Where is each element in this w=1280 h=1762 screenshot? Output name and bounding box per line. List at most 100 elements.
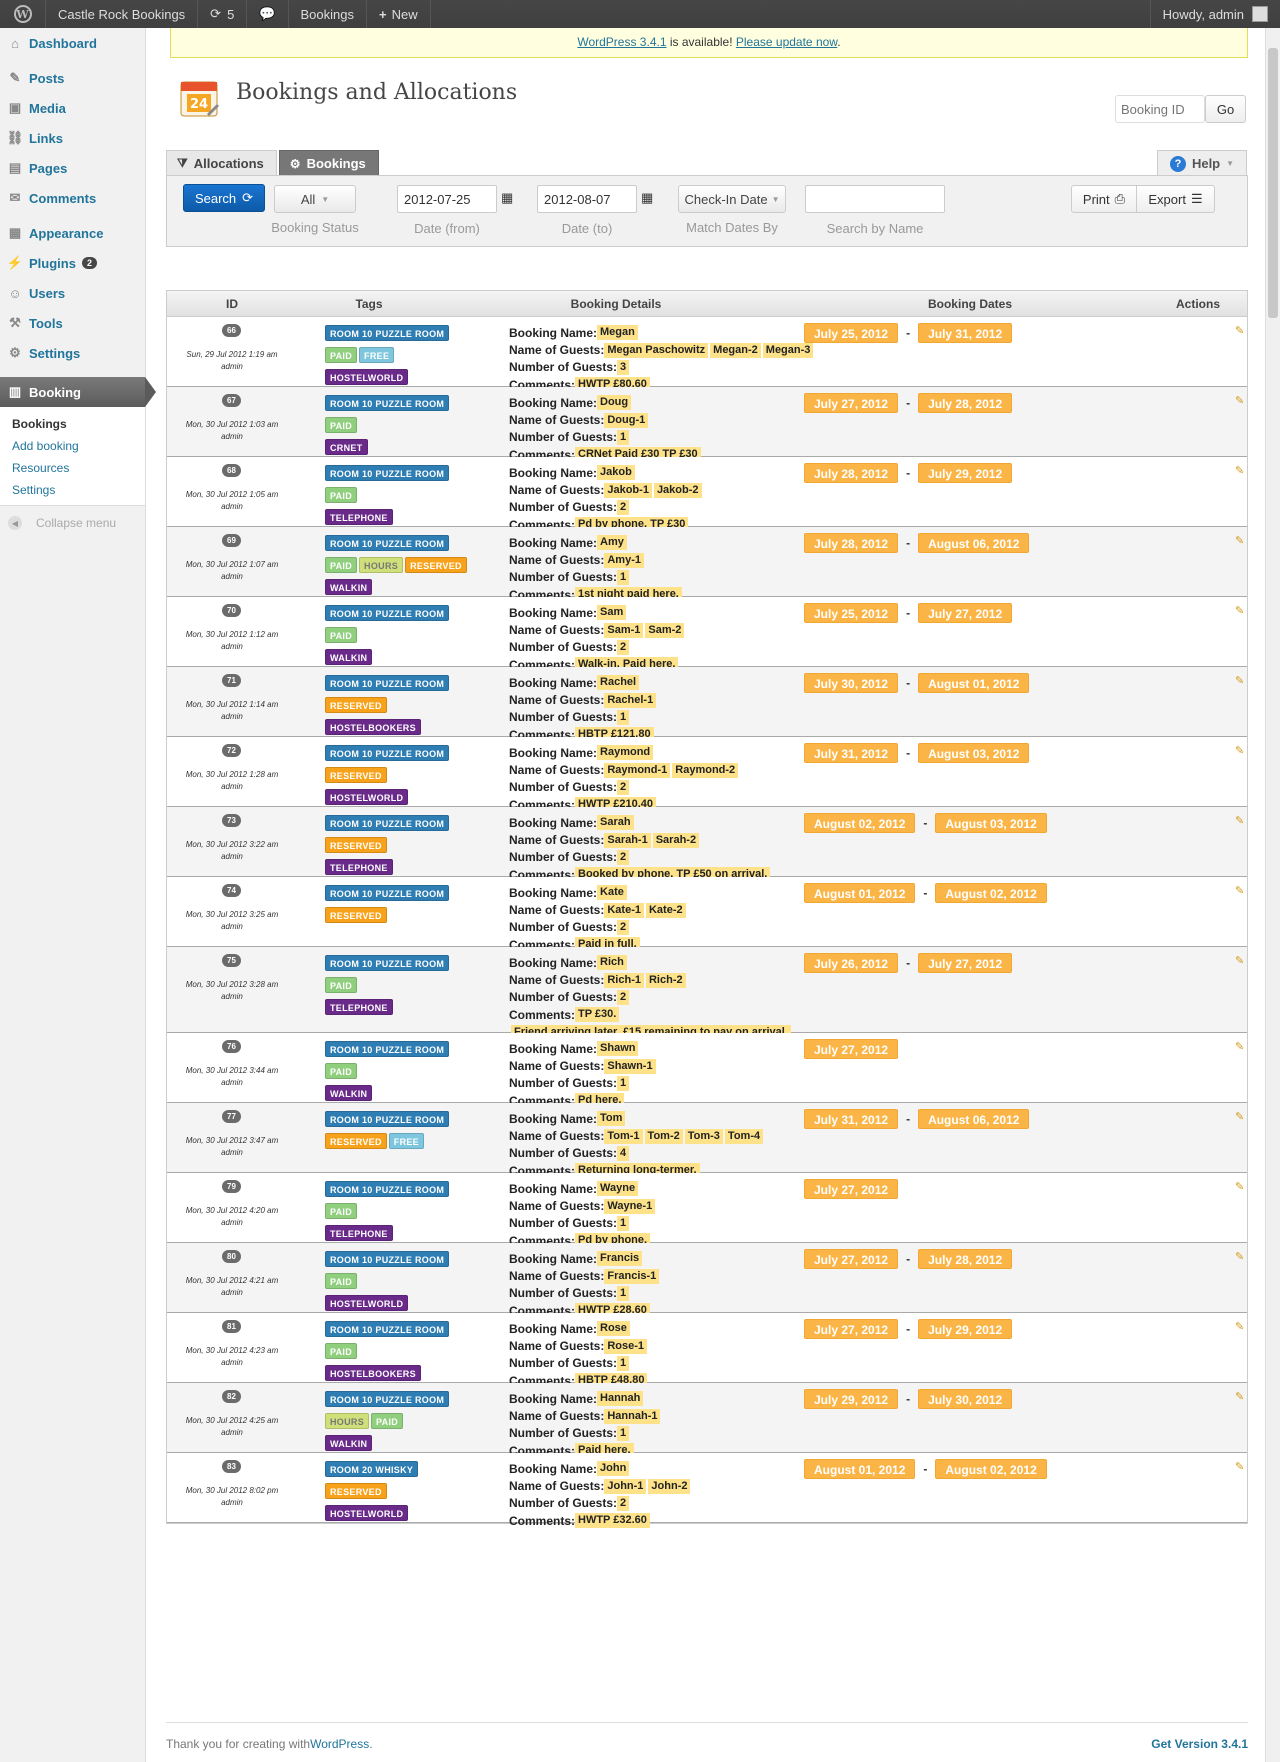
booking-id-badge[interactable]: 77: [222, 1110, 241, 1123]
edit-pencil-icon[interactable]: ✎: [1235, 1460, 1244, 1473]
sidebar-item-media[interactable]: ▣ Media: [0, 93, 145, 123]
edit-pencil-icon[interactable]: ✎: [1235, 1110, 1244, 1123]
booking-id-input[interactable]: [1115, 95, 1205, 123]
booking-name-label: Booking Name:: [509, 885, 598, 900]
submenu-bookings[interactable]: Bookings: [0, 413, 145, 435]
edit-pencil-icon[interactable]: ✎: [1235, 324, 1244, 337]
edit-pencil-icon[interactable]: ✎: [1235, 884, 1244, 897]
date-to-input[interactable]: [537, 185, 637, 213]
go-button[interactable]: Go: [1205, 95, 1246, 123]
booking-id-badge[interactable]: 69: [222, 534, 241, 547]
get-version-link[interactable]: Get Version 3.4.1: [1151, 1737, 1248, 1751]
edit-pencil-icon[interactable]: ✎: [1235, 744, 1244, 757]
calendar-icon[interactable]: ▦: [641, 190, 653, 206]
booking-id-badge[interactable]: 66: [222, 324, 241, 337]
sidebar-item-label: Plugins: [29, 255, 76, 271]
guest-name: Francis-1: [604, 1268, 660, 1284]
date-separator: -: [906, 676, 911, 690]
scrollbar[interactable]: [1265, 28, 1280, 1762]
sidebar-item-comments[interactable]: ✉ Comments: [0, 183, 145, 213]
sidebar-item-appearance[interactable]: ▦ Appearance: [0, 218, 145, 248]
guests-label: Name of Guests:: [509, 763, 605, 778]
sidebar-item-links[interactable]: ⛓ Links: [0, 123, 145, 153]
collapse-menu-button[interactable]: ◀ Collapse menu: [0, 506, 145, 540]
booking-id-badge[interactable]: 71: [222, 674, 241, 687]
booking-id-badge[interactable]: 73: [222, 814, 241, 827]
comments-link[interactable]: 💬: [247, 0, 289, 28]
tag-list: ROOM 10 PUZZLE ROOM PAID HOURS RESERVED WALK…: [325, 535, 475, 601]
wordpress-logo-icon[interactable]: W: [0, 0, 46, 28]
bookings-link[interactable]: Bookings: [289, 0, 367, 28]
account-menu[interactable]: Howdy, admin: [1149, 0, 1280, 28]
sidebar-item-plugins[interactable]: ⚡ Plugins 2: [0, 248, 145, 278]
sidebar-item-dashboard[interactable]: ⌂ Dashboard: [0, 28, 145, 58]
edit-pencil-icon[interactable]: ✎: [1235, 814, 1244, 827]
scrollbar-thumb[interactable]: [1268, 48, 1278, 318]
booking-id-badge[interactable]: 67: [222, 394, 241, 407]
edit-pencil-icon[interactable]: ✎: [1235, 534, 1244, 547]
booking-id-badge[interactable]: 79: [222, 1180, 241, 1193]
sidebar-item-users[interactable]: ☺ Users: [0, 278, 145, 308]
edit-pencil-icon[interactable]: ✎: [1235, 1040, 1244, 1053]
edit-pencil-icon[interactable]: ✎: [1235, 604, 1244, 617]
help-button[interactable]: ? Help ▼: [1157, 150, 1247, 176]
booking-id-badge[interactable]: 76: [222, 1040, 241, 1053]
site-name-link[interactable]: Castle Rock Bookings: [46, 0, 199, 28]
booking-status-select[interactable]: All ▼: [274, 185, 356, 213]
tag-src: HOSTELWORLD: [325, 1295, 409, 1311]
tag-list: ROOM 10 PUZZLE ROOM PAID CRNET: [325, 395, 475, 461]
guest-count-value: 2: [617, 849, 630, 865]
edit-pencil-icon[interactable]: ✎: [1235, 1180, 1244, 1193]
wordpress-link[interactable]: WordPress: [310, 1737, 369, 1751]
booking-id-badge[interactable]: 83: [222, 1460, 241, 1473]
booking-id-badge[interactable]: 82: [222, 1390, 241, 1403]
guest-count-label: Number of Guests:: [509, 1286, 618, 1301]
guest-count-label: Number of Guests:: [509, 570, 618, 585]
updates-link[interactable]: ⟳ 5: [198, 0, 248, 28]
booking-user: admin: [221, 782, 243, 791]
booking-id-badge[interactable]: 70: [222, 604, 241, 617]
booking-id-badge[interactable]: 80: [222, 1250, 241, 1263]
tab-bookings[interactable]: ⚙ Bookings: [278, 150, 379, 176]
sidebar-item-settings[interactable]: ⚙ Settings: [0, 338, 145, 368]
booking-name-value: Wayne: [597, 1181, 639, 1197]
tab-allocations[interactable]: ⧩ Allocations: [166, 150, 277, 176]
sidebar-item-pages[interactable]: ▤ Pages: [0, 153, 145, 183]
edit-pencil-icon[interactable]: ✎: [1235, 1390, 1244, 1403]
submenu-resources[interactable]: Resources: [0, 457, 145, 479]
search-button[interactable]: Search ⟳: [183, 184, 265, 212]
sidebar-item-tools[interactable]: ⚒ Tools: [0, 308, 145, 338]
edit-pencil-icon[interactable]: ✎: [1235, 1250, 1244, 1263]
guest-name: Megan-2: [710, 342, 761, 358]
edit-pencil-icon[interactable]: ✎: [1235, 954, 1244, 967]
print-button[interactable]: Print ⎙: [1071, 185, 1137, 213]
edit-pencil-icon[interactable]: ✎: [1235, 464, 1244, 477]
sidebar-item-booking[interactable]: ▥ Booking: [0, 377, 156, 407]
match-dates-select[interactable]: Check-In Date ▼: [678, 185, 786, 213]
booking-id-badge[interactable]: 72: [222, 744, 241, 757]
tag-paid: PAID: [325, 977, 358, 993]
edit-pencil-icon[interactable]: ✎: [1235, 1320, 1244, 1333]
booking-id-badge[interactable]: 81: [222, 1320, 241, 1333]
guest-name: Kate-2: [645, 902, 686, 918]
submenu-settings[interactable]: Settings: [0, 479, 145, 501]
search-name-input[interactable]: [805, 185, 945, 213]
edit-pencil-icon[interactable]: ✎: [1235, 394, 1244, 407]
submenu-add-booking[interactable]: Add booking: [0, 435, 145, 457]
edit-pencil-icon[interactable]: ✎: [1235, 674, 1244, 687]
wordpress-version-link[interactable]: WordPress 3.4.1: [577, 35, 666, 49]
table-row: 71 Mon, 30 Jul 2012 1:14 am admin ROOM 10 P…: [167, 667, 1247, 743]
export-button[interactable]: Export ☰: [1137, 185, 1215, 213]
guest-count-value: 1: [617, 709, 630, 725]
date-from-input[interactable]: [397, 185, 497, 213]
sidebar-item-label: Tools: [29, 315, 63, 331]
calendar-icon[interactable]: ▦: [501, 190, 513, 206]
new-content-link[interactable]: + New: [367, 0, 431, 28]
booking-id-badge[interactable]: 74: [222, 884, 241, 897]
update-now-link[interactable]: Please update now: [736, 35, 837, 49]
booking-user: admin: [221, 1218, 243, 1227]
booking-id-badge[interactable]: 75: [222, 954, 241, 967]
sidebar-item-posts[interactable]: ✎ Posts: [0, 63, 145, 93]
comments-label: Comments:: [509, 1513, 576, 1528]
booking-id-badge[interactable]: 68: [222, 464, 241, 477]
